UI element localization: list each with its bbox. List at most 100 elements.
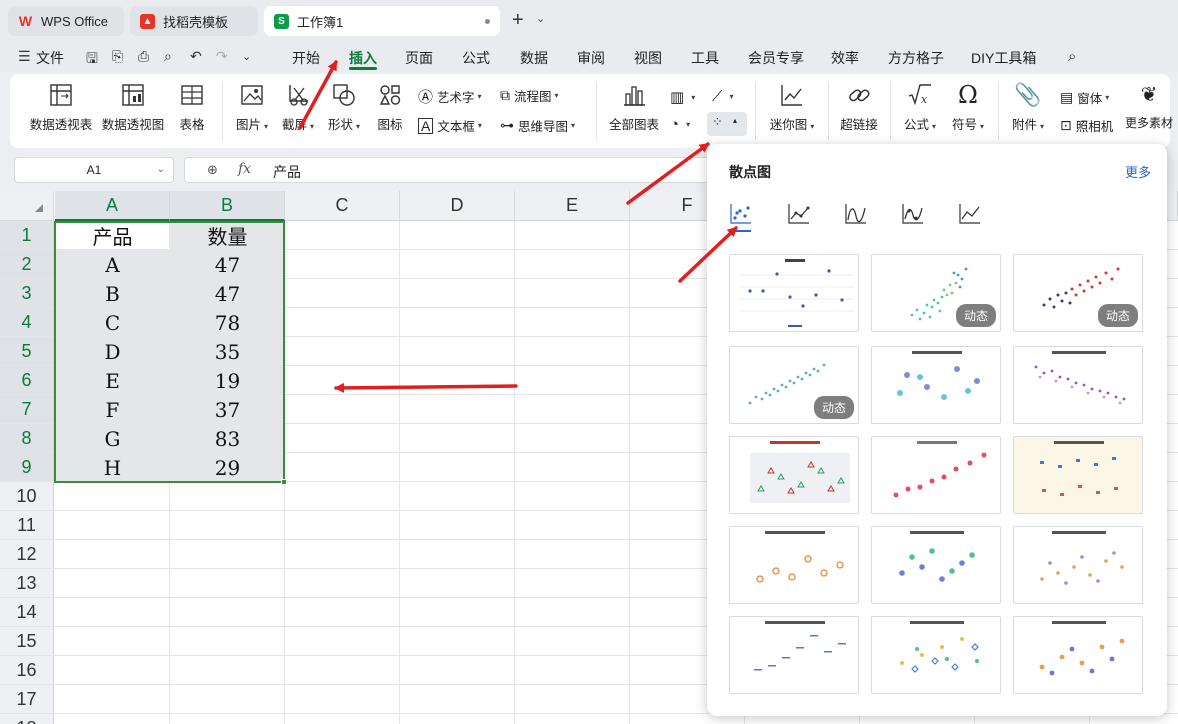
formula-content[interactable]: 产品: [273, 162, 301, 182]
zoom-icon[interactable]: ⊕: [207, 162, 218, 178]
scatter-template-thumbnail[interactable]: [1013, 346, 1143, 424]
attachment-button[interactable]: 📎 附件 ▾: [1006, 74, 1050, 133]
row-header[interactable]: 4: [0, 308, 54, 337]
menu-insert[interactable]: 插入: [349, 48, 377, 68]
row-header[interactable]: 15: [0, 627, 54, 656]
new-tab-icon[interactable]: +: [512, 10, 524, 30]
row-header[interactable]: 9: [0, 453, 54, 482]
menu-fangfang[interactable]: 方方格子: [888, 48, 944, 68]
scatter-template-thumbnail[interactable]: [729, 436, 859, 514]
column-header-c[interactable]: C: [285, 191, 400, 221]
row-header[interactable]: 13: [0, 569, 54, 598]
shape-button[interactable]: 形状 ▾: [324, 74, 364, 133]
menu-home[interactable]: 开始: [292, 48, 320, 68]
formula-bar[interactable]: ⊕ fx 产品: [184, 157, 714, 183]
scatter-template-thumbnail[interactable]: [871, 346, 1001, 424]
menu-member[interactable]: 会员专享: [748, 48, 804, 68]
row-header[interactable]: 14: [0, 598, 54, 627]
scatter-chart-dropdown[interactable]: ⁘ ▴: [707, 112, 747, 136]
export-icon[interactable]: ⎘: [112, 48, 123, 65]
column-chart-dropdown[interactable]: ▥ ▾: [670, 88, 695, 106]
scatter-template-thumbnail[interactable]: [729, 616, 859, 694]
print-icon[interactable]: ⎙: [138, 48, 149, 65]
row-header[interactable]: 16: [0, 656, 54, 685]
pivot-chart-button[interactable]: 数据透视图: [100, 74, 166, 133]
scatter-template-thumbnail[interactable]: 动态: [1013, 254, 1143, 332]
row-header[interactable]: 7: [0, 395, 54, 424]
row-header[interactable]: 1: [0, 221, 54, 250]
menu-page[interactable]: 页面: [405, 48, 433, 68]
scatter-template-thumbnail[interactable]: [871, 436, 1001, 514]
menu-tools[interactable]: 工具: [691, 48, 719, 68]
fx-icon[interactable]: fx: [238, 161, 251, 177]
row-header[interactable]: 12: [0, 540, 54, 569]
mindmap-button[interactable]: ⊶ 思维导图 ▾: [500, 116, 575, 135]
menu-data[interactable]: 数据: [520, 48, 548, 68]
hyperlink-button[interactable]: 超链接: [836, 74, 882, 133]
menu-file[interactable]: 文件: [36, 48, 64, 68]
scatter-template-thumbnail[interactable]: [1013, 436, 1143, 514]
redo-icon[interactable]: ↷: [216, 48, 228, 65]
scatter-smooth-line-icon[interactable]: [844, 202, 868, 226]
scatter-template-thumbnail[interactable]: 动态: [729, 346, 859, 424]
tab-workbook[interactable]: S 工作簿1: [264, 6, 500, 36]
pivot-table-button[interactable]: 数据透视表: [28, 74, 94, 133]
scatter-smooth-line-markers-icon[interactable]: [901, 202, 925, 226]
wordart-button[interactable]: Ⓐ 艺术字 ▾: [418, 86, 482, 107]
row-header[interactable]: 18: [0, 714, 54, 724]
tab-template[interactable]: ▲ 找稻壳模板: [130, 6, 258, 36]
row-header[interactable]: 11: [0, 511, 54, 540]
hamburger-icon[interactable]: ☰: [18, 48, 31, 65]
menu-review[interactable]: 审阅: [577, 48, 605, 68]
textbox-button[interactable]: A 文本框 ▾: [418, 116, 482, 135]
more-link[interactable]: 更多: [1125, 162, 1151, 181]
scatter-template-thumbnail[interactable]: [729, 254, 859, 332]
scatter-straight-line-markers-icon[interactable]: [787, 202, 811, 226]
tab-wps-office[interactable]: W WPS Office: [8, 6, 124, 36]
line-chart-dropdown[interactable]: ⟋ ▾: [712, 88, 734, 105]
row-header[interactable]: 6: [0, 366, 54, 395]
fill-handle[interactable]: [281, 479, 287, 485]
undo-icon[interactable]: ↶: [190, 48, 202, 65]
more-material-button[interactable]: ❦ 更多素材: [1125, 74, 1173, 131]
icon-button[interactable]: 图标: [370, 74, 410, 133]
scatter-subtype-icon[interactable]: [729, 202, 753, 226]
row-header[interactable]: 17: [0, 685, 54, 714]
chevron-down-icon[interactable]: ⌄: [536, 12, 545, 25]
scatter-template-thumbnail[interactable]: [1013, 526, 1143, 604]
flowchart-button[interactable]: ⧉ 流程图 ▾: [500, 86, 559, 105]
quick-access-dropdown-icon[interactable]: ⌄: [242, 50, 251, 63]
all-charts-button[interactable]: 全部图表: [606, 74, 662, 133]
scatter-template-thumbnail[interactable]: [871, 526, 1001, 604]
row-header[interactable]: 5: [0, 337, 54, 366]
scatter-template-thumbnail[interactable]: [1013, 616, 1143, 694]
column-header-b[interactable]: B: [170, 191, 285, 221]
column-header-a[interactable]: A: [55, 191, 170, 221]
menu-efficiency[interactable]: 效率: [831, 48, 859, 68]
menu-formula[interactable]: 公式: [462, 48, 490, 68]
symbol-button[interactable]: Ω 符号 ▾: [946, 74, 990, 133]
scatter-template-thumbnail[interactable]: [871, 616, 1001, 694]
scatter-straight-line-icon[interactable]: [958, 202, 982, 226]
column-header-e[interactable]: E: [515, 191, 630, 221]
save-icon[interactable]: 🖫: [86, 48, 98, 72]
sparkline-button[interactable]: 迷你图 ▾: [764, 74, 820, 133]
print-preview-icon[interactable]: ⌕: [164, 48, 172, 65]
select-all-corner[interactable]: [0, 191, 54, 221]
name-box[interactable]: A1 ⌄: [14, 157, 174, 183]
picture-button[interactable]: 图片 ▾: [232, 74, 272, 133]
pie-chart-dropdown[interactable]: ◔ ▾: [670, 116, 690, 133]
form-button[interactable]: ▤ 窗体 ▾: [1060, 88, 1109, 107]
menu-view[interactable]: 视图: [634, 48, 662, 68]
row-header[interactable]: 10: [0, 482, 54, 511]
row-header[interactable]: 8: [0, 424, 54, 453]
menu-diy-toolbox[interactable]: DIY工具箱: [971, 48, 1036, 68]
chevron-down-icon[interactable]: ⌄: [157, 164, 165, 175]
row-header[interactable]: 3: [0, 279, 54, 308]
scatter-template-thumbnail[interactable]: 动态: [871, 254, 1001, 332]
column-header-d[interactable]: D: [400, 191, 515, 221]
search-icon[interactable]: ⌕: [1068, 48, 1076, 65]
camera-button[interactable]: ⊡ 照相机: [1060, 116, 1113, 135]
screenshot-button[interactable]: 截屏 ▾: [278, 74, 318, 133]
row-header[interactable]: 2: [0, 250, 54, 279]
